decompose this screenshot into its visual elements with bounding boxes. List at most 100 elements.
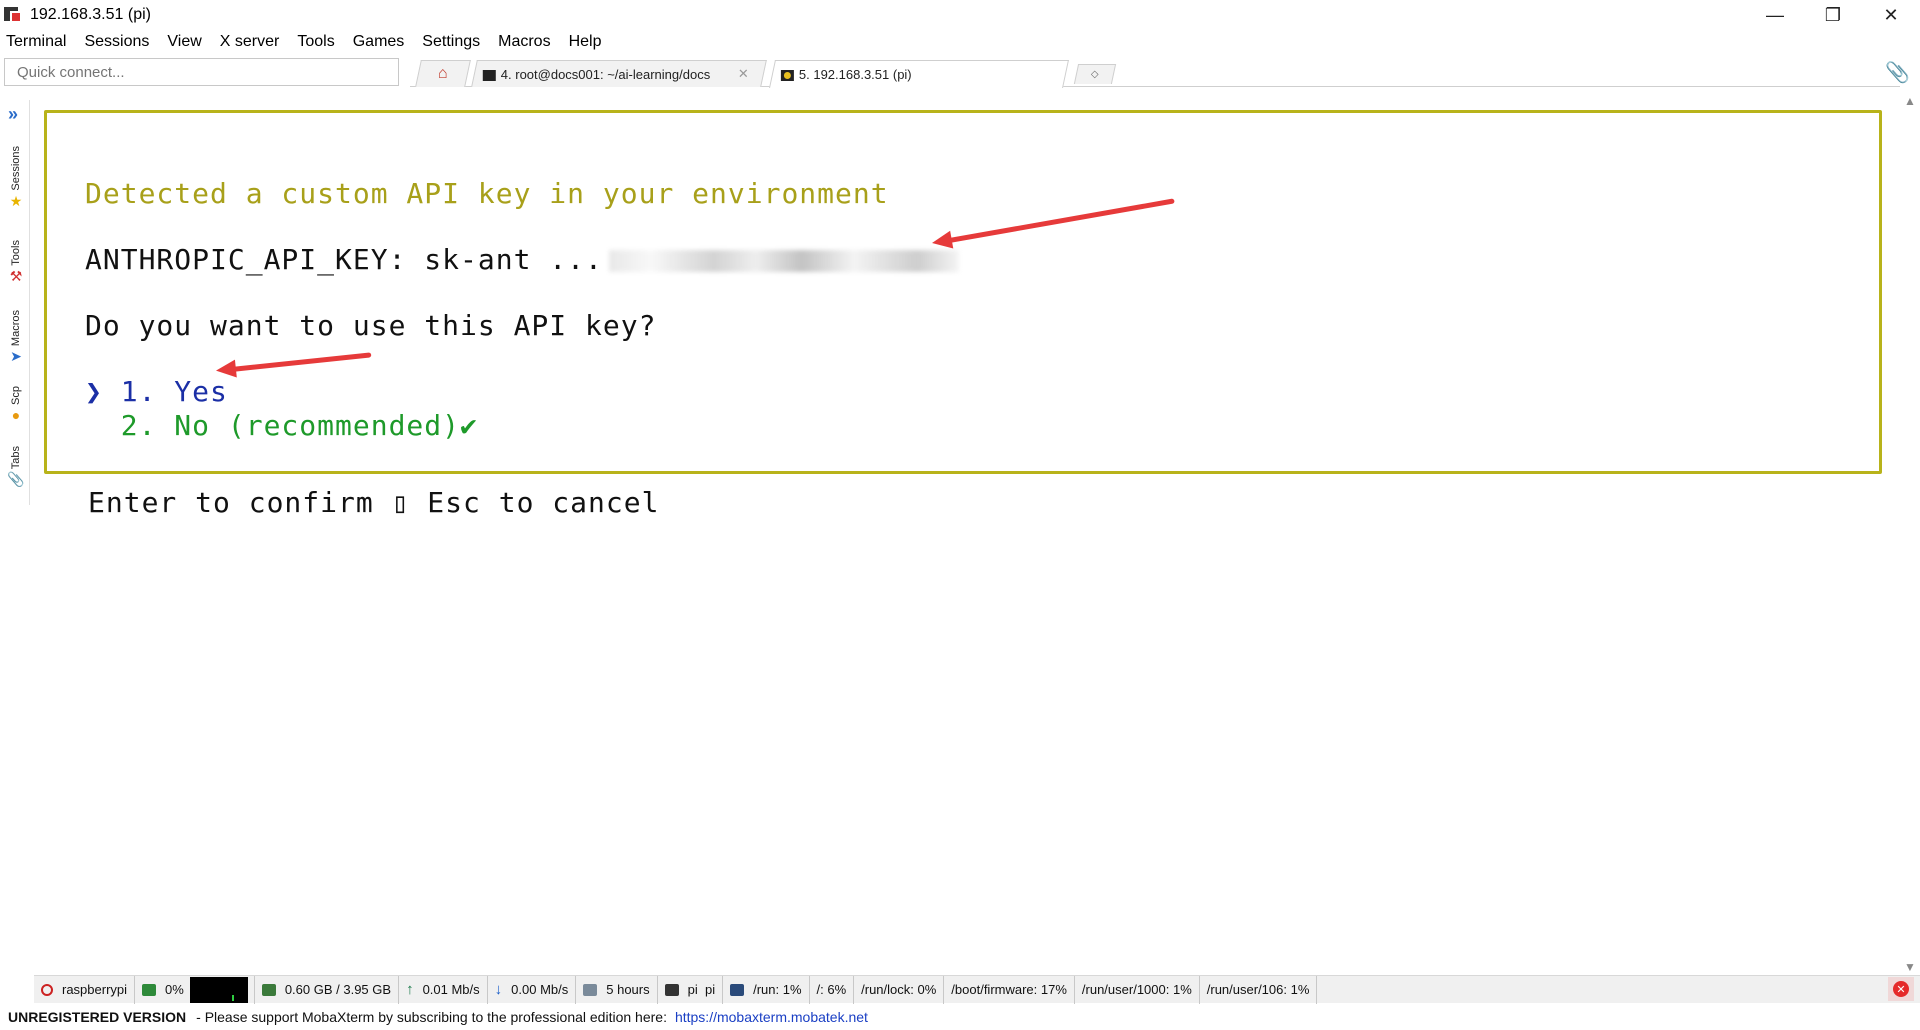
api-key-line: ANTHROPIC_API_KEY: sk-ant ... bbox=[85, 243, 959, 276]
disk-root-usage: /: 6% bbox=[816, 982, 847, 997]
status-bar: raspberrypi 0% 0.60 GB / 3.95 GB ↑ 0.01 M… bbox=[34, 975, 1920, 1004]
status-disk-firmware: /boot/firmware: 17% bbox=[944, 975, 1075, 1004]
sidebar-item-tabs[interactable]: Tabs 📎 bbox=[4, 446, 28, 486]
host-name: raspberrypi bbox=[62, 982, 128, 997]
home-icon: ⌂ bbox=[438, 65, 448, 82]
close-circle-icon: ✕ bbox=[1893, 981, 1909, 997]
sidebar-item-macros[interactable]: Macros ➤ bbox=[4, 310, 28, 363]
raspberry-pi-icon bbox=[41, 983, 53, 996]
mobaxterm-logo-icon bbox=[4, 5, 24, 25]
paperclip-icon: 📎 bbox=[7, 471, 25, 488]
memory-usage: 0.60 GB / 3.95 GB bbox=[284, 982, 392, 997]
sidebar-item-label: Tabs bbox=[10, 446, 22, 470]
toolbar: ⌂ 4. root@docs001: ~/ai-learning/docs ✕ … bbox=[0, 56, 1920, 90]
status-uptime: 5 hours bbox=[576, 975, 658, 1004]
sidebar-item-label: Sessions bbox=[10, 146, 22, 191]
detected-message: Detected a custom API key in your enviro… bbox=[85, 177, 889, 210]
memory-icon bbox=[261, 983, 276, 996]
status-disk-runlock: /run/lock: 0% bbox=[854, 975, 945, 1004]
terminal-area[interactable]: Detected a custom API key in your enviro… bbox=[32, 94, 1902, 964]
unregistered-banner: UNREGISTERED VERSION - Please support Mo… bbox=[8, 1007, 868, 1027]
confirm-hint: Enter to confirm ▯ Esc to cancel bbox=[88, 486, 660, 519]
sidebar-item-sessions[interactable]: Sessions ★ bbox=[4, 146, 28, 208]
window-controls: — ❐ ✕ bbox=[1746, 0, 1920, 30]
menu-bar: Terminal Sessions View X server Tools Ga… bbox=[0, 30, 619, 54]
restore-button[interactable]: ❐ bbox=[1804, 0, 1862, 30]
logged-users: pi pi bbox=[687, 982, 716, 997]
download-arrow-icon: ↓ bbox=[494, 981, 503, 998]
scroll-down-icon[interactable]: ▼ bbox=[1902, 960, 1918, 974]
tab-session-4-label: 4. root@docs001: ~/ai-learning/docs bbox=[500, 66, 711, 82]
quick-connect-input[interactable] bbox=[4, 58, 399, 86]
status-disk-root: /: 6% bbox=[810, 975, 855, 1004]
cpu-icon bbox=[142, 983, 157, 996]
status-disk-user106: /run/user/106: 1% bbox=[1200, 975, 1318, 1004]
scroll-up-icon[interactable]: ▲ bbox=[1902, 94, 1918, 108]
status-upload: ↑ 0.01 Mb/s bbox=[399, 975, 488, 1004]
user-icon bbox=[664, 983, 679, 996]
paperclip-icon[interactable]: 📎 bbox=[1885, 60, 1910, 85]
new-tab-icon: ◇ bbox=[1091, 69, 1099, 80]
upload-arrow-icon: ↑ bbox=[406, 981, 414, 998]
sidebar-item-label: Tools bbox=[10, 240, 22, 266]
minimize-button[interactable]: — bbox=[1746, 0, 1804, 30]
sidebar-item-tools[interactable]: Tools ⚒ bbox=[4, 240, 28, 283]
disk-firmware-usage: /boot/firmware: 17% bbox=[951, 982, 1067, 997]
menu-view[interactable]: View bbox=[167, 33, 201, 51]
title-bar: 192.168.3.51 (pi) — ❐ ✕ bbox=[0, 0, 1920, 30]
close-button[interactable]: ✕ bbox=[1862, 0, 1920, 30]
tab-session-4[interactable]: 4. root@docs001: ~/ai-learning/docs ✕ bbox=[471, 60, 767, 87]
tab-home[interactable]: ⌂ bbox=[415, 60, 471, 87]
download-rate: 0.00 Mb/s bbox=[511, 982, 569, 997]
menu-help[interactable]: Help bbox=[569, 33, 602, 51]
menu-macros[interactable]: Macros bbox=[498, 33, 550, 51]
option-yes[interactable]: ❯ 1. Yes bbox=[85, 375, 228, 408]
disk-user106-usage: /run/user/106: 1% bbox=[1206, 982, 1310, 997]
disk-run-usage: /run: 1% bbox=[753, 982, 802, 997]
star-icon: ★ bbox=[9, 192, 23, 209]
status-disk-run: /run: 1% bbox=[723, 975, 810, 1004]
tab-session-5[interactable]: 5. 192.168.3.51 (pi) bbox=[769, 60, 1069, 88]
expand-sidebar-icon[interactable]: » bbox=[8, 104, 18, 125]
tab-close-icon[interactable]: ✕ bbox=[738, 66, 749, 82]
menu-terminal[interactable]: Terminal bbox=[6, 33, 66, 51]
support-message: - Please support MobaXterm by subscribin… bbox=[196, 1009, 667, 1025]
side-panel: » Sessions ★ Tools ⚒ Macros ➤ Scp ● Tabs… bbox=[2, 100, 30, 505]
terminal-scrollbar[interactable]: ▲ ▼ bbox=[1902, 94, 1918, 974]
sidebar-item-label: Macros bbox=[10, 310, 22, 347]
uptime-value: 5 hours bbox=[606, 982, 650, 997]
sidebar-item-scp[interactable]: Scp ● bbox=[4, 386, 28, 422]
scp-icon: ● bbox=[11, 406, 21, 423]
menu-tools[interactable]: Tools bbox=[297, 33, 334, 51]
menu-settings[interactable]: Settings bbox=[422, 33, 480, 51]
terminal-icon bbox=[482, 69, 496, 81]
cpu-graph bbox=[189, 976, 248, 1003]
menu-sessions[interactable]: Sessions bbox=[84, 33, 149, 51]
stop-monitoring-button[interactable]: ✕ bbox=[1888, 977, 1914, 1001]
raspberry-pi-icon bbox=[780, 70, 794, 82]
macros-icon: ➤ bbox=[10, 348, 22, 365]
option-no[interactable]: 2. No (recommended)✔ bbox=[85, 409, 478, 442]
menu-games[interactable]: Games bbox=[353, 33, 405, 51]
disk-runlock-usage: /run/lock: 0% bbox=[861, 982, 937, 997]
status-memory: 0.60 GB / 3.95 GB bbox=[255, 975, 400, 1004]
disk-icon bbox=[730, 983, 745, 996]
menu-x-server[interactable]: X server bbox=[220, 33, 280, 51]
new-tab-button[interactable]: ◇ bbox=[1073, 64, 1117, 84]
api-key-question: Do you want to use this API key? bbox=[85, 309, 657, 342]
mobaxterm-link[interactable]: https://mobaxterm.mobatek.net bbox=[675, 1009, 868, 1025]
status-users: pi pi bbox=[658, 975, 724, 1004]
uptime-icon bbox=[583, 983, 598, 996]
disk-user1000-usage: /run/user/1000: 1% bbox=[1081, 982, 1192, 997]
window-title: 192.168.3.51 (pi) bbox=[30, 6, 151, 23]
tab-session-5-label: 5. 192.168.3.51 (pi) bbox=[798, 67, 912, 82]
sidebar-item-label: Scp bbox=[10, 386, 22, 405]
status-download: ↓ 0.00 Mb/s bbox=[488, 975, 577, 1004]
cpu-usage: 0% bbox=[165, 982, 184, 997]
redacted-key-blur bbox=[608, 250, 959, 272]
unregistered-label: UNREGISTERED VERSION bbox=[8, 1009, 187, 1025]
status-disk-user1000: /run/user/1000: 1% bbox=[1075, 975, 1200, 1004]
upload-rate: 0.01 Mb/s bbox=[422, 982, 480, 997]
api-key-dialog: Detected a custom API key in your enviro… bbox=[44, 110, 1882, 474]
status-host: raspberrypi bbox=[34, 975, 136, 1004]
